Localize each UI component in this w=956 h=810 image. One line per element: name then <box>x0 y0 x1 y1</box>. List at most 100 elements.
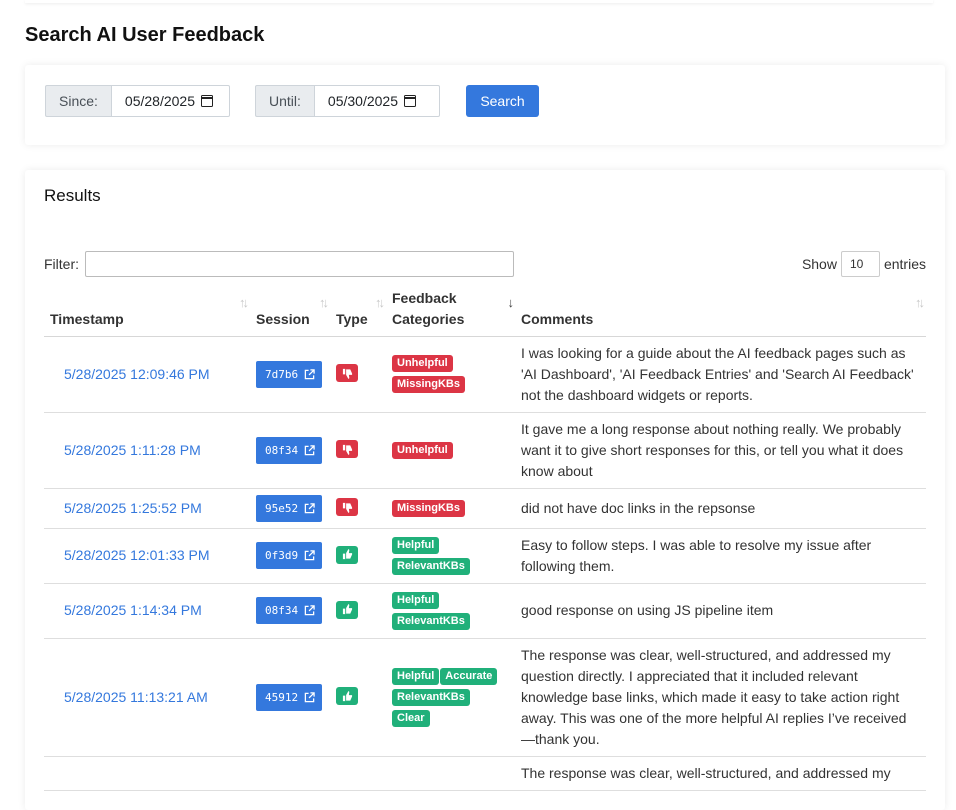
category-badge: Helpful <box>392 536 440 554</box>
type-cell <box>330 583 386 639</box>
until-date-input[interactable]: 05/30/2025 <box>313 85 440 117</box>
results-table: Timestamp ↑↓ Session ↑↓ Type ↑↓ Feedback Ca… <box>44 286 926 791</box>
external-link-icon <box>304 502 315 513</box>
top-strip <box>25 0 933 3</box>
session-cell: 08f34 <box>250 583 330 639</box>
column-header-session[interactable]: Session ↑↓ <box>250 286 330 337</box>
session-link-button[interactable]: 95e52 <box>256 494 323 522</box>
session-id: 7d7b6 <box>265 367 299 381</box>
session-link-button[interactable]: 08f34 <box>256 436 323 464</box>
calendar-icon[interactable] <box>201 95 213 107</box>
table-row: The response was clear, well-structured,… <box>44 756 926 791</box>
table-row: 5/28/2025 1:11:28 PM 08f34 Unhelpful It gav… <box>44 412 926 489</box>
column-header-feedback-categories[interactable]: Feedback Categories ↓ <box>386 286 515 337</box>
feedback-categories-cell: Unhelpful <box>386 412 515 489</box>
comment-text: It gave me a long response about nothing… <box>515 412 926 489</box>
show-entries: Show 10 entries <box>802 251 926 277</box>
table-header-row: Timestamp ↑↓ Session ↑↓ Type ↑↓ Feedback Ca… <box>44 286 926 337</box>
results-card: Results Filter: Show 10 entries Timestam… <box>25 170 945 810</box>
since-date-input[interactable]: 05/28/2025 <box>110 85 230 117</box>
category-badge: Unhelpful <box>392 355 453 372</box>
timestamp-link <box>44 756 250 791</box>
category-badge: RelevantKBs <box>392 688 470 706</box>
type-cell <box>330 756 386 791</box>
timestamp-link[interactable]: 5/28/2025 1:25:52 PM <box>44 488 250 529</box>
table-row: 5/28/2025 12:01:33 PM 0f3d9 Helpful Relevan… <box>44 528 926 584</box>
sort-icon[interactable]: ↑↓ <box>239 292 249 313</box>
entries-count-input[interactable]: 10 <box>840 251 880 277</box>
external-link-icon <box>304 368 315 379</box>
comment-text: The response was clear, well-structured,… <box>515 638 926 757</box>
comment-text: Easy to follow steps. I was able to reso… <box>515 528 926 584</box>
type-cell <box>330 336 386 413</box>
until-date-value: 05/30/2025 <box>327 93 398 109</box>
timestamp-link[interactable]: 5/28/2025 1:14:34 PM <box>44 583 250 639</box>
category-badge: Helpful <box>392 667 440 685</box>
category-badge: RelevantKBs <box>392 612 470 630</box>
comment-text: good response on using JS pipeline item <box>515 583 926 639</box>
session-id: 45912 <box>265 690 299 704</box>
results-title: Results <box>44 186 101 205</box>
category-badge: Unhelpful <box>392 441 453 459</box>
session-cell: 0f3d9 <box>250 528 330 584</box>
thumbs-down-icon <box>336 364 358 382</box>
category-badge: Accurate <box>440 667 498 685</box>
external-link-icon <box>304 691 315 702</box>
table-row: 5/28/2025 11:13:21 AM 45912 Helpful Accurat… <box>44 638 926 757</box>
filter-input[interactable] <box>85 251 514 277</box>
timestamp-link[interactable]: 5/28/2025 11:13:21 AM <box>44 638 250 757</box>
category-badge: Clear <box>392 709 430 727</box>
type-cell <box>330 528 386 584</box>
table-row: 5/28/2025 12:09:46 PM 7d7b6 Unhelpful Missi… <box>44 336 926 413</box>
session-link-button[interactable]: 45912 <box>256 683 323 711</box>
session-id: 08f34 <box>265 604 299 617</box>
column-header-timestamp[interactable]: Timestamp ↑↓ <box>44 286 250 337</box>
search-button[interactable]: Search <box>466 85 539 117</box>
comment-text: The response was clear, well-structured,… <box>515 756 926 791</box>
session-link-button[interactable]: 7d7b6 <box>256 360 323 388</box>
timestamp-link[interactable]: 5/28/2025 1:11:28 PM <box>44 412 250 489</box>
table-row: 5/28/2025 1:25:52 PM 95e52 MissingKBs did n… <box>44 488 926 529</box>
sort-icon[interactable]: ↑↓ <box>375 292 385 313</box>
column-header-type[interactable]: Type ↑↓ <box>330 286 386 337</box>
thumbs-up-icon <box>336 545 358 564</box>
sort-icon[interactable]: ↑↓ <box>915 292 925 313</box>
type-cell <box>330 412 386 489</box>
session-cell <box>250 756 330 791</box>
since-date-value: 05/28/2025 <box>124 93 195 109</box>
since-group: Since: 05/28/2025 <box>45 85 230 117</box>
until-group: Until: 05/30/2025 <box>255 85 440 117</box>
timestamp-link[interactable]: 5/28/2025 12:01:33 PM <box>44 528 250 584</box>
feedback-categories-cell: Unhelpful MissingKBs <box>386 336 515 413</box>
type-cell <box>330 638 386 757</box>
session-link-button[interactable]: 08f34 <box>256 597 323 624</box>
feedback-categories-cell: MissingKBs <box>386 488 515 529</box>
category-badge: MissingKBs <box>392 499 465 517</box>
timestamp-link[interactable]: 5/28/2025 12:09:46 PM <box>44 336 250 413</box>
filter-label: Filter: <box>44 256 79 272</box>
comment-text: I was looking for a guide about the AI f… <box>515 336 926 413</box>
search-card: Since: 05/28/2025 Until: 05/30/2025 Sear… <box>25 65 945 145</box>
show-label: Show <box>801 256 837 272</box>
session-cell: 7d7b6 <box>250 336 330 413</box>
calendar-icon[interactable] <box>403 95 416 107</box>
feedback-categories-cell: Helpful Accurate RelevantKBs Clear <box>386 638 515 757</box>
session-id: 0f3d9 <box>265 549 299 562</box>
thumbs-down-icon <box>336 498 358 516</box>
session-id: 95e52 <box>265 501 299 515</box>
session-id: 08f34 <box>265 443 299 457</box>
session-cell: 45912 <box>250 638 330 757</box>
external-link-icon <box>304 550 315 561</box>
category-badge: MissingKBs <box>392 376 465 393</box>
category-badge: RelevantKBs <box>392 557 470 575</box>
column-header-comments[interactable]: Comments ↑↓ <box>515 286 926 337</box>
comment-text: did not have doc links in the repsonse <box>515 488 926 529</box>
session-link-button[interactable]: 0f3d9 <box>256 542 323 569</box>
entries-label: entries <box>883 256 926 272</box>
type-cell <box>330 488 386 529</box>
sort-descending-icon[interactable]: ↓ <box>508 292 514 313</box>
table-row: 5/28/2025 1:14:34 PM 08f34 Helpful Relevant… <box>44 583 926 639</box>
table-body: 5/28/2025 12:09:46 PM 7d7b6 Unhelpful Missi… <box>44 336 926 791</box>
feedback-categories-cell: Helpful RelevantKBs <box>386 583 515 639</box>
sort-icon[interactable]: ↑↓ <box>319 292 329 313</box>
